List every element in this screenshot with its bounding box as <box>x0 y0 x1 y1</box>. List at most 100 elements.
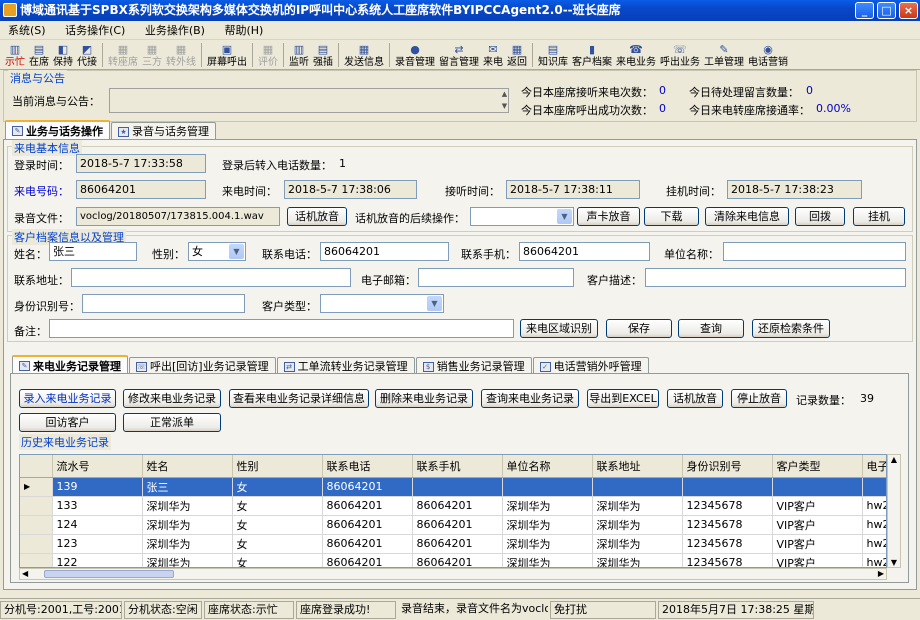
callback-button[interactable]: 回拨 <box>795 207 845 226</box>
toolbar-return-button[interactable]: ▦ 返回 <box>505 40 529 69</box>
view-record-detail-button[interactable]: 查看来电业务记录详细信息 <box>229 389 369 408</box>
status-date-text: 2018年5月7日 <box>662 602 737 616</box>
hangup-time-field[interactable]: 2018-5-7 17:38:23 <box>727 180 862 199</box>
restore-search-button[interactable]: 还原检索条件 <box>752 319 830 338</box>
toolbar-seat-button[interactable]: ▤ 在席 <box>27 40 51 69</box>
toolbar-screen-dial-button[interactable]: ▣ 屏幕呼出 <box>205 40 249 69</box>
scroll-left-icon[interactable]: ◀ <box>22 569 28 578</box>
column-header[interactable]: 电子 <box>862 455 886 478</box>
phone-field[interactable]: 86064201 <box>320 242 449 261</box>
query-button[interactable]: 查询 <box>678 319 744 338</box>
login-time-field[interactable]: 2018-5-7 17:33:58 <box>76 154 206 173</box>
column-header[interactable]: 性别 <box>232 455 323 478</box>
followup-customer-button[interactable]: 回访客户 <box>19 413 116 432</box>
record-file-field[interactable]: voclog/20180507/173815.004.1.wav <box>76 207 280 226</box>
hangup-button[interactable]: 挂机 <box>853 207 905 226</box>
toolbar-customer-file-button[interactable]: ▮ 客户档案 <box>570 40 614 69</box>
delete-record-button[interactable]: 删除来电业务记录 <box>375 389 473 408</box>
menu-system[interactable]: 系统(S) <box>0 21 54 40</box>
scroll-up-icon[interactable]: ▲ <box>888 455 900 464</box>
tab-business-call-operations[interactable]: ✎ 业务与话务操作 <box>5 120 110 140</box>
region-identify-button[interactable]: 来电区域识别 <box>520 319 598 338</box>
name-field[interactable]: 张三 <box>49 242 137 261</box>
tab-label: 工单流转业务记录管理 <box>297 360 408 373</box>
phone-play-record-button[interactable]: 话机放音 <box>667 389 723 408</box>
close-button[interactable]: × <box>899 2 918 19</box>
customer-desc-field[interactable] <box>645 268 906 287</box>
column-header[interactable]: 流水号 <box>52 455 143 478</box>
column-header[interactable]: 联系手机 <box>412 455 503 478</box>
record-file-label: 录音文件： <box>14 212 69 225</box>
soundcard-play-button[interactable]: 声卡放音 <box>577 207 640 226</box>
column-header[interactable]: 身份识别号 <box>682 455 773 478</box>
stop-play-button[interactable]: 停止放音 <box>731 389 787 408</box>
toolbar-barge-in-button[interactable]: ▤ 强插 <box>311 40 335 69</box>
table-row[interactable]: 133 深圳华为女 86064201 86064201 深圳华为 深圳华为 12345678… <box>20 496 886 516</box>
mobile-field[interactable]: 86064201 <box>519 242 650 261</box>
followup-select[interactable] <box>470 207 574 226</box>
work-order-icon: ✎ <box>719 42 729 56</box>
gender-select[interactable]: 女 <box>188 242 246 261</box>
address-field[interactable] <box>71 268 351 287</box>
toolbar-monitor-button[interactable]: ▥ 监听 <box>287 40 311 69</box>
title-bar[interactable]: 博域通讯基于SPBX系列软交换架构多媒体交换机的IP呼叫中心系统人工座席软件BY… <box>0 0 920 21</box>
export-excel-button[interactable]: 导出到EXCEL <box>587 389 659 408</box>
id-number-field[interactable] <box>82 294 245 313</box>
toolbar-recording-manage-button[interactable]: ● 录音管理 <box>393 40 437 69</box>
answer-time-field[interactable]: 2018-5-7 17:38:11 <box>506 180 640 199</box>
toolbar-outbound-business-button[interactable]: ☏ 呼出业务 <box>658 40 702 69</box>
toolbar-hold-button[interactable]: ◧ 保持 <box>51 40 75 69</box>
column-header[interactable]: 客户类型 <box>772 455 863 478</box>
clear-call-info-button[interactable]: 清除来电信息 <box>705 207 789 226</box>
column-header[interactable]: 姓名 <box>142 455 233 478</box>
email-field[interactable] <box>418 268 574 287</box>
history-records-table[interactable]: 流水号 姓名 性别 联系电话 联系手机 单位名称 联系地址 身份识别号 客户类型 电子 ▶ 139 张… <box>19 454 887 568</box>
table-row[interactable]: 123 深圳华为女 86064201 86064201 深圳华为 深圳华为 12345678… <box>20 534 886 554</box>
phone-play-button[interactable]: 话机放音 <box>287 207 347 226</box>
normal-dispatch-button[interactable]: 正常派单 <box>123 413 221 432</box>
column-header[interactable]: 单位名称 <box>502 455 593 478</box>
toolbar-incoming-call-button[interactable]: ✉ 来电 <box>481 40 505 69</box>
customer-type-select[interactable] <box>320 294 444 313</box>
notice-text-box[interactable] <box>109 88 509 113</box>
toolbar-telemarketing-button[interactable]: ◉ 电话营销 <box>746 40 790 69</box>
column-header[interactable]: 联系地址 <box>592 455 683 478</box>
notice-scroll[interactable]: ▲ ▼ <box>499 88 510 113</box>
add-record-button[interactable]: 录入来电业务记录 <box>19 389 116 408</box>
maximize-button[interactable]: □ <box>877 2 896 19</box>
download-button[interactable]: 下载 <box>644 207 699 226</box>
scroll-thumb[interactable] <box>44 570 174 578</box>
caller-number-field[interactable]: 86064201 <box>76 180 206 199</box>
scroll-right-icon[interactable]: ▶ <box>878 569 884 578</box>
tab-incoming-business-records[interactable]: ✎ 来电业务记录管理 <box>12 355 128 375</box>
toolbar-call-business-button[interactable]: ☎ 来电业务 <box>614 40 658 69</box>
column-header[interactable]: 联系电话 <box>322 455 413 478</box>
toolbar-knowledge-base-button[interactable]: ▤ 知识库 <box>536 40 570 69</box>
tab-recording-management[interactable]: ★ 录音与话务管理 <box>111 122 216 140</box>
table-row[interactable]: ▶ 139 张三女 86064201 <box>20 477 886 497</box>
toolbar-send-message-button[interactable]: ▦ 发送信息 <box>342 40 386 69</box>
scroll-up-icon[interactable]: ▲ <box>499 88 510 100</box>
company-field[interactable] <box>723 242 906 261</box>
menu-call-operations[interactable]: 话务操作(C) <box>57 21 133 40</box>
edit-record-button[interactable]: 修改来电业务记录 <box>123 389 221 408</box>
toolbar-busy-button[interactable]: ▥ 示忙 <box>3 40 27 69</box>
scroll-down-icon[interactable]: ▼ <box>499 100 510 112</box>
table-vertical-scrollbar[interactable]: ▲ ▼ <box>887 454 901 568</box>
status-extension-state: 分机状态:空闲 <box>124 600 202 619</box>
menu-help[interactable]: 帮助(H) <box>216 21 271 40</box>
menu-business-operations[interactable]: 业务操作(B) <box>137 21 213 40</box>
query-record-button[interactable]: 查询来电业务记录 <box>481 389 579 408</box>
save-button[interactable]: 保存 <box>606 319 672 338</box>
table-horizontal-scrollbar[interactable]: ◀ ▶ <box>19 568 887 580</box>
table-row[interactable]: 122 深圳华为女 86064201 86064201 深圳华为 深圳华为 12345678… <box>20 553 886 567</box>
minimize-button[interactable]: _ <box>855 2 874 19</box>
table-cell: 86064201 <box>322 534 413 554</box>
scroll-down-icon[interactable]: ▼ <box>888 558 900 567</box>
toolbar-voicemail-button[interactable]: ⇄ 留言管理 <box>437 40 481 69</box>
toolbar-pickup-button[interactable]: ◩ 代接 <box>75 40 99 69</box>
call-time-field[interactable]: 2018-5-7 17:38:06 <box>284 180 417 199</box>
toolbar-work-order-button[interactable]: ✎ 工单管理 <box>702 40 746 69</box>
remark-field[interactable] <box>49 319 514 338</box>
table-row[interactable]: 124 深圳华为女 86064201 86064201 深圳华为 深圳华为 12345678… <box>20 515 886 535</box>
